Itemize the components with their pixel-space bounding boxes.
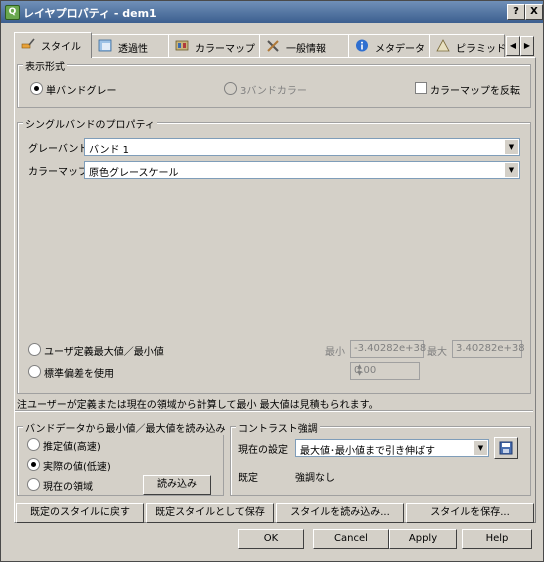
three-band-radio [224, 82, 237, 95]
display-format-group: 表示形式 単バンドグレー 3バンドカラー カラーマップを反転 [17, 58, 531, 108]
save-icon [499, 441, 513, 455]
tab-colormap[interactable]: カラーマップ [168, 34, 260, 57]
tab-metadata[interactable]: メタデータ [348, 34, 430, 57]
user-minmax-label: ユーザ定義最大値／最小値 [44, 347, 164, 358]
user-minmax-radio[interactable] [28, 343, 41, 356]
max-field: 3.40282e+38 [452, 340, 525, 358]
chevron-down-icon: ▼ [505, 163, 518, 177]
tab-pyramid-label: ピラミッド [456, 44, 506, 55]
tab-metadata-label: メタデータ [375, 44, 425, 55]
save-contrast-button[interactable] [494, 437, 518, 459]
tab-transparency-label: 透過性 [118, 44, 148, 55]
current-extent-radio[interactable] [27, 478, 40, 491]
current-extent-label: 現在の領域 [43, 482, 93, 493]
tab-general-label: 一般情報 [286, 44, 326, 55]
actual-label: 実際の値(低速) [43, 462, 111, 473]
invert-colormap-checkbox[interactable] [415, 82, 427, 94]
colormap-label: カラーマップ [28, 167, 88, 178]
tab-style[interactable]: スタイル [14, 32, 92, 58]
single-band-title: シングルバンドのプロパティ [23, 116, 157, 131]
tab-general[interactable]: 一般情報 [259, 34, 349, 57]
tab-style-label: スタイル [41, 42, 81, 53]
apply-button[interactable]: Apply [389, 529, 457, 549]
default-label: 既定 [238, 473, 258, 484]
gray-band-combo[interactable]: バンド 1 ▼ [84, 138, 520, 156]
window-title: レイヤプロパティ - dem1 [23, 7, 157, 20]
note-text: 注ユーザーが定義または現在の領域から計算して最小 最大値は見積もられます。 [17, 400, 379, 411]
single-gray-radio[interactable] [30, 82, 43, 95]
chevron-down-icon: ▼ [474, 441, 487, 455]
ok-button[interactable]: OK [238, 529, 304, 549]
transparency-icon [98, 39, 112, 52]
chevron-down-icon: ▼ [505, 140, 518, 154]
stddev-radio[interactable] [28, 365, 41, 378]
style-panel: 表示形式 単バンドグレー 3バンドカラー カラーマップを反転 シングルバンドのプ… [14, 57, 536, 523]
save-default-style-button[interactable]: 既定スタイルとして保存 [146, 503, 274, 523]
min-label: 最小 [325, 347, 345, 358]
single-gray-label: 単バンドグレー [46, 86, 117, 97]
max-label: 最大 [427, 347, 447, 358]
load-minmax-group: バンドデータから最小値／最大値を読み込み 推定値(高速) 実際の値(低速) 現在… [17, 420, 228, 496]
layer-properties-window: Q レイヤプロパティ - dem1 ? X スタイル 透過性 カラーマップ 一般… [0, 0, 544, 562]
contrast-value: 最大値･最小値まで引き伸ばす [300, 446, 435, 457]
min-value: -3.40282e+38 [354, 343, 427, 354]
divider [15, 410, 533, 412]
tab-bar: スタイル 透過性 カラーマップ 一般情報 メタデータ ピラミッド ◀ ▶ [14, 32, 534, 58]
estimate-label: 推定値(高速) [43, 442, 101, 453]
single-band-group: シングルバンドのプロパティ グレーバンド バンド 1 ▼ カラーマップ 原色グレ… [17, 116, 531, 394]
pyramid-icon [436, 39, 450, 52]
restore-default-style-button[interactable]: 既定のスタイルに戻す [16, 503, 144, 523]
actual-radio[interactable] [27, 458, 40, 471]
save-style-button[interactable]: スタイルを保存... [406, 503, 534, 523]
help-title-button[interactable]: ? [507, 4, 525, 20]
tab-transparency[interactable]: 透過性 [91, 34, 169, 57]
close-button[interactable]: X [525, 4, 543, 20]
load-button[interactable]: 読み込み [143, 475, 211, 495]
tab-colormap-label: カラーマップ [195, 44, 255, 55]
invert-colormap-label: カラーマップを反転 [430, 86, 520, 97]
spin-down-icon: ▼ [357, 370, 362, 377]
load-minmax-title: バンドデータから最小値／最大値を読み込み [23, 420, 228, 435]
colormap-icon [175, 40, 189, 51]
qgis-icon: Q [5, 5, 20, 20]
stddev-label: 標準偏差を使用 [44, 369, 114, 380]
three-band-label: 3バンドカラー [240, 86, 307, 97]
title-bar[interactable]: Q レイヤプロパティ - dem1 ? X [1, 1, 543, 23]
current-setting-label: 現在の設定 [238, 445, 288, 456]
contrast-combo[interactable]: 最大値･最小値まで引き伸ばす ▼ [295, 439, 489, 457]
tab-scroll-right-icon[interactable]: ▶ [520, 36, 534, 56]
tools-icon [267, 40, 279, 52]
default-value: 強調なし [295, 473, 335, 484]
estimate-radio[interactable] [27, 438, 40, 451]
colormap-combo[interactable]: 原色グレースケール ▼ [84, 161, 520, 179]
load-style-button[interactable]: スタイルを読み込み... [276, 503, 404, 523]
brush-icon [21, 38, 35, 49]
gray-band-value: バンド 1 [89, 145, 130, 156]
stddev-spinbox: 0.00 ▲ ▼ [350, 362, 420, 380]
colormap-value: 原色グレースケール [89, 168, 179, 179]
help-button[interactable]: Help [462, 529, 532, 549]
tab-pyramid[interactable]: ピラミッド [429, 34, 506, 57]
info-icon [356, 39, 368, 52]
gray-band-label: グレーバンド [28, 144, 89, 155]
tab-scroll-left-icon[interactable]: ◀ [506, 36, 520, 56]
max-value: 3.40282e+38 [456, 343, 525, 354]
min-field: -3.40282e+38 [350, 340, 427, 358]
display-format-title: 表示形式 [23, 58, 67, 73]
spin-up-icon: ▲ [357, 363, 362, 370]
contrast-title: コントラスト強調 [236, 420, 320, 435]
contrast-group: コントラスト強調 現在の設定 最大値･最小値まで引き伸ばす ▼ 既定 強調なし [230, 420, 531, 496]
cancel-button[interactable]: Cancel [313, 529, 389, 549]
